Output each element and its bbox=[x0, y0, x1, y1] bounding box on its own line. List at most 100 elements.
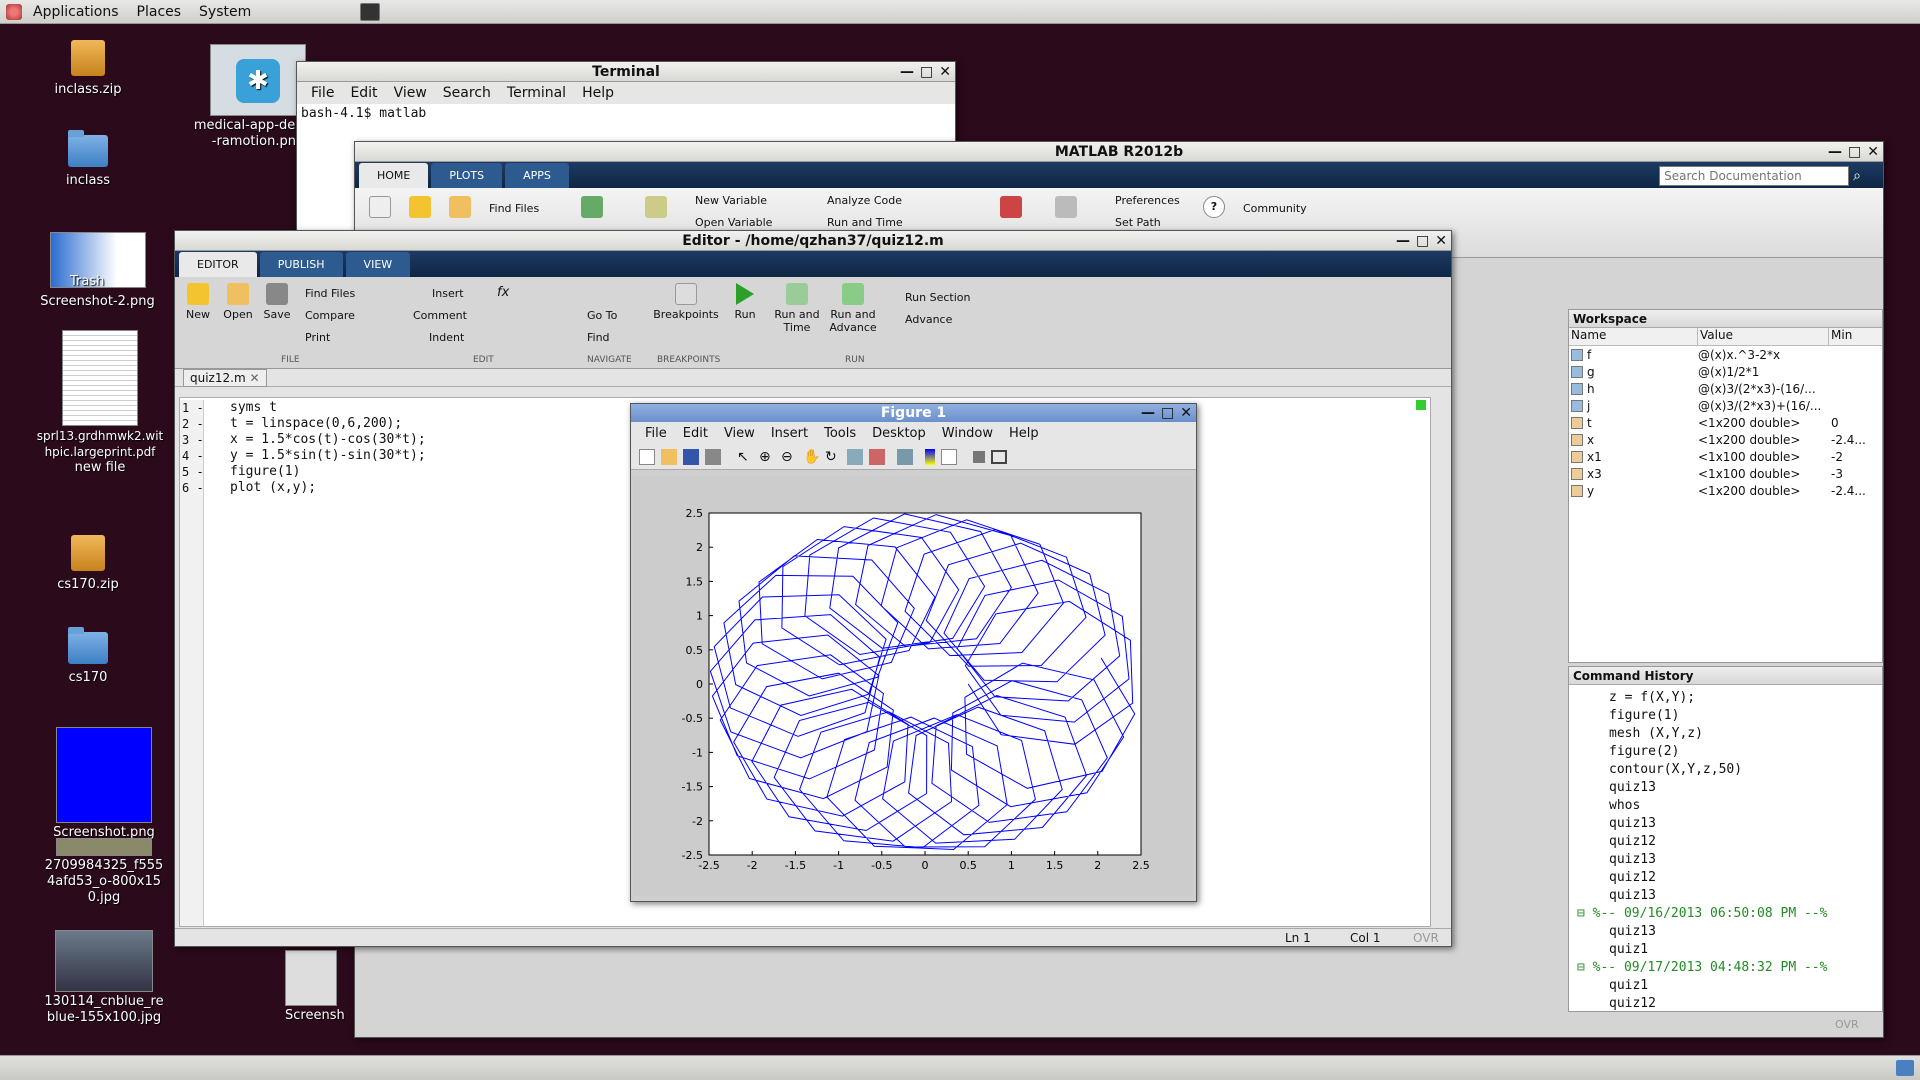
history-command[interactable]: figure(2) bbox=[1569, 743, 1882, 761]
desktop-icon-cs170[interactable]: cs170 bbox=[23, 627, 153, 686]
figure-menu-tools[interactable]: Tools bbox=[816, 426, 864, 441]
minimize-icon[interactable]: — bbox=[1141, 404, 1155, 422]
breakpoints-button[interactable]: Breakpoints bbox=[653, 283, 719, 321]
zoom-out-icon[interactable]: ⊖ bbox=[781, 449, 797, 465]
new-variable-button[interactable]: New Variable bbox=[695, 194, 767, 207]
history-command[interactable]: quiz12 bbox=[1569, 869, 1882, 887]
desktop-icon-inclass[interactable]: inclass bbox=[23, 130, 153, 189]
code-line[interactable]: syms t bbox=[230, 400, 426, 416]
close-icon[interactable]: ✕ bbox=[1180, 404, 1192, 422]
history-session-header[interactable]: ⊟ %-- 09/17/2013 04:48:32 PM --% bbox=[1569, 959, 1882, 977]
comment-button[interactable]: Comment bbox=[413, 309, 467, 322]
figure-menu-insert[interactable]: Insert bbox=[763, 426, 816, 441]
minimize-icon[interactable]: — bbox=[1828, 142, 1842, 162]
save-figure-icon[interactable] bbox=[683, 448, 699, 465]
terminal-menu-help[interactable]: Help bbox=[574, 85, 622, 101]
indent-button[interactable]: Indent bbox=[429, 331, 464, 344]
menu-applications[interactable]: Applications bbox=[24, 0, 128, 24]
run-and-time-button[interactable]: Run and Time bbox=[827, 216, 903, 229]
new-button[interactable] bbox=[409, 196, 431, 221]
new-script-button[interactable] bbox=[369, 196, 391, 221]
code-line[interactable]: y = 1.5*sin(t)-sin(30*t); bbox=[230, 448, 426, 464]
maximize-icon[interactable]: □ bbox=[920, 62, 933, 82]
workspace-row[interactable]: f @(x)x.^3-2*x bbox=[1569, 346, 1882, 363]
history-command[interactable]: quiz13 bbox=[1569, 923, 1882, 941]
compare-button[interactable]: Compare bbox=[305, 309, 355, 322]
find-files-button[interactable]: Find Files bbox=[305, 287, 355, 300]
tab-plots[interactable]: PLOTS bbox=[431, 163, 503, 188]
community-button[interactable]: Community bbox=[1243, 202, 1307, 215]
history-session-header[interactable]: ⊟ %-- 09/16/2013 06:50:08 PM --% bbox=[1569, 905, 1882, 923]
new-figure-icon[interactable] bbox=[639, 448, 655, 465]
terminal-output[interactable]: bash-4.1$ matlab bbox=[297, 104, 955, 124]
column-name[interactable]: Name bbox=[1569, 328, 1698, 345]
history-command[interactable]: quiz13 bbox=[1569, 815, 1882, 833]
maximize-icon[interactable]: □ bbox=[1416, 231, 1429, 251]
tab-apps[interactable]: APPS bbox=[505, 163, 569, 188]
code-line[interactable]: figure(1) bbox=[230, 464, 426, 480]
figure-menu-view[interactable]: View bbox=[716, 426, 763, 441]
edit-plot-icon[interactable]: ↖ bbox=[737, 449, 753, 465]
preferences-button[interactable]: Preferences bbox=[1115, 194, 1180, 207]
terminal-menu-terminal[interactable]: Terminal bbox=[499, 85, 574, 101]
pan-icon[interactable]: ✋ bbox=[803, 449, 820, 465]
maximize-icon[interactable]: □ bbox=[1161, 404, 1174, 422]
workspace-row[interactable]: h @(x)3/(2*x3)-(16/... bbox=[1569, 380, 1882, 397]
go-to-button[interactable]: Go To bbox=[587, 309, 617, 322]
open-variable-button[interactable]: Open Variable bbox=[695, 216, 772, 229]
open-file-icon[interactable] bbox=[661, 448, 677, 465]
desktop-icon-pdf[interactable]: sprl13.grdhmwk2.withpic.largeprint.pdf n… bbox=[35, 330, 165, 476]
help-icon[interactable]: ? bbox=[1203, 196, 1225, 218]
new-button[interactable]: New bbox=[183, 283, 213, 321]
search-icon[interactable]: ⌕ bbox=[1853, 168, 1861, 184]
save-workspace-button[interactable] bbox=[645, 196, 667, 221]
desktop-icon-cs170-zip[interactable]: cs170.zip bbox=[23, 535, 153, 593]
code-line[interactable]: x = 1.5*cos(t)-cos(30*t); bbox=[230, 432, 426, 448]
history-command[interactable]: contour(X,Y,z,50) bbox=[1569, 761, 1882, 779]
import-data-button[interactable] bbox=[581, 196, 603, 221]
maximize-icon[interactable]: □ bbox=[1848, 142, 1861, 162]
history-command[interactable]: quiz1 bbox=[1569, 941, 1882, 959]
tab-editor[interactable]: EDITOR bbox=[179, 252, 257, 277]
desktop-icon-jpg2[interactable]: 130114_cnblue_reblue-155x100.jpg bbox=[40, 930, 168, 1026]
data-cursor-icon[interactable] bbox=[847, 448, 863, 465]
link-plot-icon[interactable] bbox=[897, 448, 913, 465]
run-section-button[interactable]: Run Section bbox=[905, 291, 970, 304]
figure-menu-file[interactable]: File bbox=[637, 426, 675, 441]
figure-menu-help[interactable]: Help bbox=[1001, 426, 1047, 441]
brush-icon[interactable] bbox=[869, 448, 885, 465]
figure-menu-window[interactable]: Window bbox=[934, 426, 1001, 441]
figure-menu-desktop[interactable]: Desktop bbox=[864, 426, 934, 441]
show-plot-tools-icon[interactable] bbox=[991, 449, 1007, 464]
run-and-advance-button[interactable]: Run and Advance bbox=[827, 283, 879, 334]
history-command[interactable]: quiz12 bbox=[1569, 833, 1882, 851]
history-command[interactable]: quiz13 bbox=[1569, 851, 1882, 869]
legend-icon[interactable] bbox=[941, 448, 957, 465]
terminal-menu-file[interactable]: File bbox=[303, 85, 342, 101]
menu-system[interactable]: System bbox=[190, 0, 260, 24]
file-tab-quiz12[interactable]: quiz12.m ✕ bbox=[183, 369, 267, 387]
rotate-icon[interactable]: ↻ bbox=[825, 449, 841, 465]
minimize-icon[interactable]: — bbox=[1396, 231, 1410, 251]
workspace-row[interactable]: g @(x)1/2*1 bbox=[1569, 363, 1882, 380]
history-command[interactable]: quiz13 bbox=[1569, 779, 1882, 797]
history-command[interactable]: quiz12 bbox=[1569, 995, 1882, 1011]
advance-button[interactable]: Advance bbox=[905, 313, 952, 326]
minimize-icon[interactable]: — bbox=[900, 62, 914, 82]
terminal-launcher-icon[interactable] bbox=[360, 2, 381, 21]
history-command[interactable]: quiz1 bbox=[1569, 977, 1882, 995]
history-command[interactable]: quiz13 bbox=[1569, 887, 1882, 905]
close-icon[interactable]: ✕ bbox=[1867, 142, 1879, 162]
workspace-switcher-icon[interactable] bbox=[1896, 1060, 1914, 1076]
layout-button[interactable] bbox=[1055, 196, 1077, 221]
workspace-row[interactable]: y <1x200 double> -2.4... bbox=[1569, 482, 1882, 499]
desktop-icon-trash[interactable]: Trash Screenshot-2.png bbox=[40, 232, 155, 310]
analyze-code-button[interactable]: Analyze Code bbox=[827, 194, 902, 207]
workspace-row[interactable]: j @(x)3/(2*x3)+(16/... bbox=[1569, 397, 1882, 414]
history-command[interactable]: whos bbox=[1569, 797, 1882, 815]
zoom-in-icon[interactable]: ⊕ bbox=[759, 449, 775, 465]
history-command[interactable]: figure(1) bbox=[1569, 707, 1882, 725]
column-value[interactable]: Value bbox=[1698, 328, 1829, 345]
figure-menu-edit[interactable]: Edit bbox=[675, 426, 716, 441]
print-button[interactable]: Print bbox=[305, 331, 330, 344]
